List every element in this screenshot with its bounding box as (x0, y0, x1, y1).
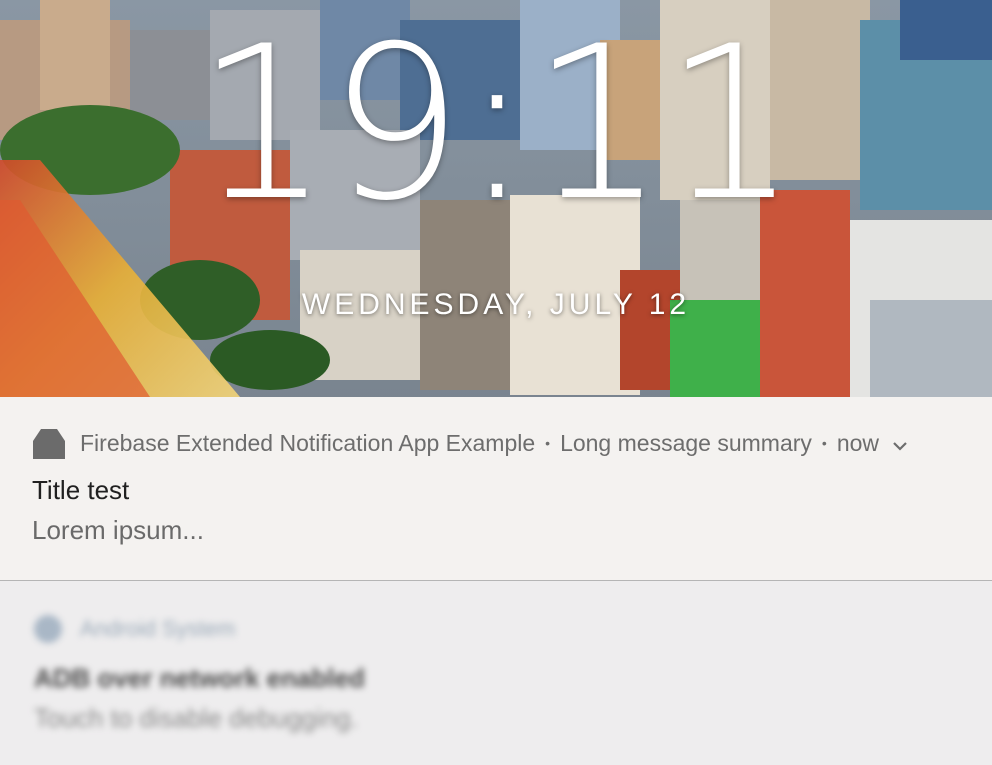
android-system-icon (34, 615, 62, 643)
lockscreen-date: WEDNESDAY, JULY 12 (301, 288, 691, 321)
notification-summary: Long message summary (560, 429, 812, 456)
notification-header: Android System (34, 615, 235, 643)
notification-title: Title test (32, 475, 130, 505)
notification-title: ADB over network enabled (34, 663, 365, 693)
chevron-down-icon[interactable] (891, 434, 909, 452)
lockscreen-clock: 19:11 (195, 0, 799, 247)
separator-dot: • (821, 435, 827, 451)
notification-header: Firebase Extended Notification App Examp… (32, 425, 909, 461)
notification-card[interactable]: Firebase Extended Notification App Examp… (0, 397, 992, 580)
separator-dot: • (545, 435, 551, 451)
android-head-icon (32, 427, 66, 459)
notification-body: Lorem ipsum... (32, 515, 204, 545)
notification-app-name: Android System (80, 616, 236, 641)
notification-body: Touch to disable debugging. (34, 703, 358, 733)
notification-card-secondary[interactable]: Android System ADB over network enabled … (0, 581, 992, 765)
notification-app-name: Firebase Extended Notification App Examp… (80, 429, 536, 456)
notification-timestamp: now (836, 429, 880, 456)
